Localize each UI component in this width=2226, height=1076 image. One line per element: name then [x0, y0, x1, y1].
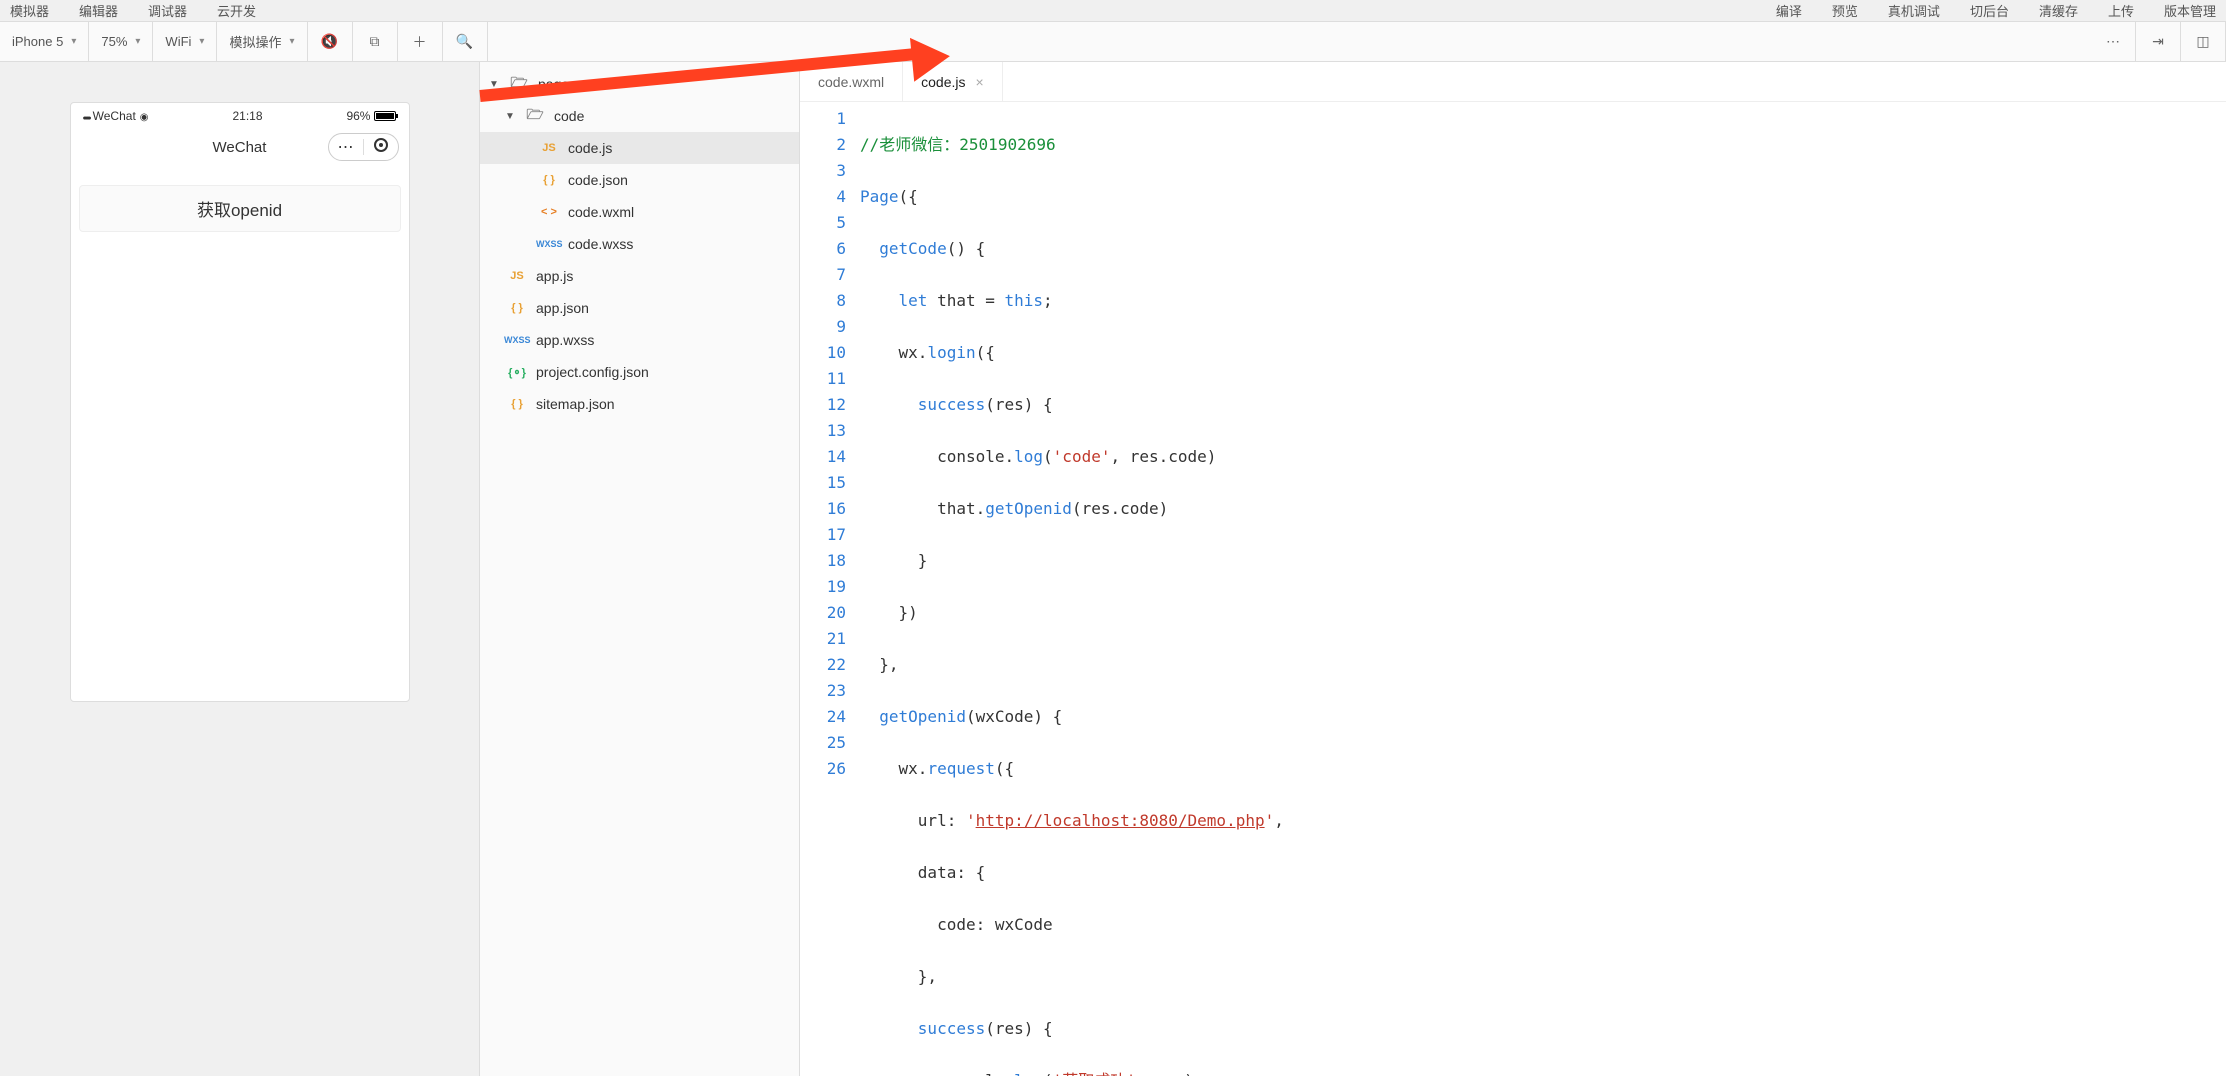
chevron-down-icon: ▾	[199, 36, 204, 47]
menu-editor[interactable]: 编辑器	[79, 1, 118, 20]
tree-file-code-wxss[interactable]: WXSS code.wxss	[480, 228, 799, 260]
line-gutter: 1234567891011121314151617181920212223242…	[800, 106, 860, 1076]
tree-file-sitemap[interactable]: { } sitemap.json	[480, 388, 799, 420]
code-editor[interactable]: 1234567891011121314151617181920212223242…	[800, 102, 2226, 1076]
detach-icon: ⧉	[365, 33, 385, 50]
menu-clearcache[interactable]: 清缓存	[2039, 1, 2078, 20]
device-select[interactable]: iPhone 5▾	[0, 22, 89, 61]
nav-title: WeChat	[213, 139, 267, 156]
json-icon: { }	[536, 174, 562, 186]
menu-background[interactable]: 切后台	[1970, 1, 2009, 20]
tree-file-code-json[interactable]: { } code.json	[480, 164, 799, 196]
folder-icon: 🗁	[506, 72, 532, 96]
more-icon: ⋯	[2103, 33, 2123, 50]
tree-file-app-json[interactable]: { } app.json	[480, 292, 799, 324]
tree-label: code	[554, 108, 584, 124]
add-button[interactable]: ＋	[398, 22, 443, 61]
status-bar: WeChat 21:18 96%	[71, 103, 409, 129]
chevron-down-icon: ▾	[135, 36, 140, 47]
phone-frame: WeChat 21:18 96% WeChat ⋯ 获取openid	[70, 102, 410, 702]
chevron-down-icon: ▾	[289, 36, 294, 47]
tree-label: code.js	[568, 140, 612, 156]
code-content[interactable]: //老师微信：2501902696 Page({ getCode() { let…	[860, 106, 2226, 1076]
detach-button[interactable]: ⧉	[353, 22, 398, 61]
tree-label: app.js	[536, 268, 573, 284]
tree-file-code-wxml[interactable]: < > code.wxml	[480, 196, 799, 228]
menu-compile[interactable]: 编译	[1776, 1, 1802, 20]
js-icon: JS	[504, 270, 530, 282]
tree-label: code.json	[568, 172, 628, 188]
target-icon	[374, 138, 388, 152]
zoom-select[interactable]: 75%▾	[89, 22, 153, 61]
tree-file-code-js[interactable]: JS code.js	[480, 132, 799, 164]
get-openid-button[interactable]: 获取openid	[79, 185, 401, 232]
menu-debugger[interactable]: 调试器	[148, 1, 187, 20]
search-button[interactable]: 🔍	[443, 22, 488, 61]
json-icon: { }	[504, 398, 530, 410]
toolbar: iPhone 5▾ 75%▾ WiFi▾ 模拟操作▾ 🔇 ⧉ ＋ 🔍 ⋯ ⇥ ◫	[0, 22, 2226, 62]
menu-version[interactable]: 版本管理	[2164, 1, 2216, 20]
time-label: 21:18	[232, 109, 262, 123]
tree-label: project.config.json	[536, 364, 649, 380]
close-icon[interactable]: ×	[976, 74, 984, 90]
tab-code-js[interactable]: code.js ×	[903, 62, 1003, 101]
simulator-panel: WeChat 21:18 96% WeChat ⋯ 获取openid	[0, 62, 480, 1076]
wxss-icon: WXSS	[536, 239, 562, 249]
signal-icon	[83, 109, 89, 123]
menu-realdebug[interactable]: 真机调试	[1888, 1, 1940, 20]
capsule-close[interactable]	[364, 138, 398, 157]
mute-button[interactable]: 🔇	[308, 22, 353, 61]
tree-label: code.wxss	[568, 236, 633, 252]
wxss-icon: WXSS	[504, 335, 530, 345]
network-select[interactable]: WiFi▾	[153, 22, 217, 61]
indent-icon: ⇥	[2148, 33, 2168, 50]
menu-cloud[interactable]: 云开发	[217, 1, 256, 20]
indent-button[interactable]: ⇥	[2136, 22, 2181, 61]
chevron-down-icon: ▾	[71, 36, 76, 47]
plus-icon: ＋	[410, 32, 430, 52]
split-button[interactable]: ◫	[2181, 22, 2226, 61]
tree-file-app-js[interactable]: JS app.js	[480, 260, 799, 292]
sound-icon: 🔇	[320, 33, 340, 50]
tree-label: pages	[538, 76, 576, 92]
tree-folder-pages[interactable]: ▼ 🗁 pages	[480, 68, 799, 100]
editor-tabs: code.wxml code.js ×	[800, 62, 2226, 102]
caret-down-icon: ▼	[488, 79, 500, 90]
split-icon: ◫	[2193, 33, 2213, 50]
editor-panel: code.wxml code.js × 12345678910111213141…	[800, 62, 2226, 1076]
menu-preview[interactable]: 预览	[1832, 1, 1858, 20]
tree-label: sitemap.json	[536, 396, 615, 412]
tab-code-wxml[interactable]: code.wxml	[800, 62, 903, 101]
carrier-label: WeChat	[93, 109, 136, 123]
caret-down-icon: ▼	[504, 111, 516, 122]
wifi-icon	[140, 109, 149, 123]
tree-label: app.json	[536, 300, 589, 316]
menu-upload[interactable]: 上传	[2108, 1, 2134, 20]
tree-label: app.wxss	[536, 332, 594, 348]
battery-pct: 96%	[346, 109, 370, 123]
battery-icon	[374, 111, 396, 121]
tree-file-project-config[interactable]: {⚬} project.config.json	[480, 356, 799, 388]
folder-icon: 🗁	[522, 104, 548, 128]
wxml-icon: < >	[536, 206, 562, 218]
tree-label: code.wxml	[568, 204, 634, 220]
more-button[interactable]: ⋯	[2091, 22, 2136, 61]
tree-file-app-wxss[interactable]: WXSS app.wxss	[480, 324, 799, 356]
main-menu: 模拟器 编辑器 调试器 云开发 编译 预览 真机调试 切后台 清缓存 上传 版本…	[0, 0, 2226, 22]
tab-label: code.js	[921, 74, 965, 90]
tree-folder-code[interactable]: ▼ 🗁 code	[480, 100, 799, 132]
config-icon: {⚬}	[504, 366, 530, 379]
file-explorer: ▼ 🗁 pages ▼ 🗁 code JS code.js { } code.j…	[480, 62, 800, 1076]
tab-label: code.wxml	[818, 74, 884, 90]
nav-bar: WeChat ⋯	[71, 129, 409, 165]
capsule: ⋯	[328, 133, 399, 161]
js-icon: JS	[536, 142, 562, 154]
search-icon: 🔍	[455, 33, 475, 50]
menu-simulator[interactable]: 模拟器	[10, 1, 49, 20]
capsule-menu[interactable]: ⋯	[329, 137, 363, 157]
json-icon: { }	[504, 302, 530, 314]
simops-select[interactable]: 模拟操作▾	[217, 22, 307, 61]
